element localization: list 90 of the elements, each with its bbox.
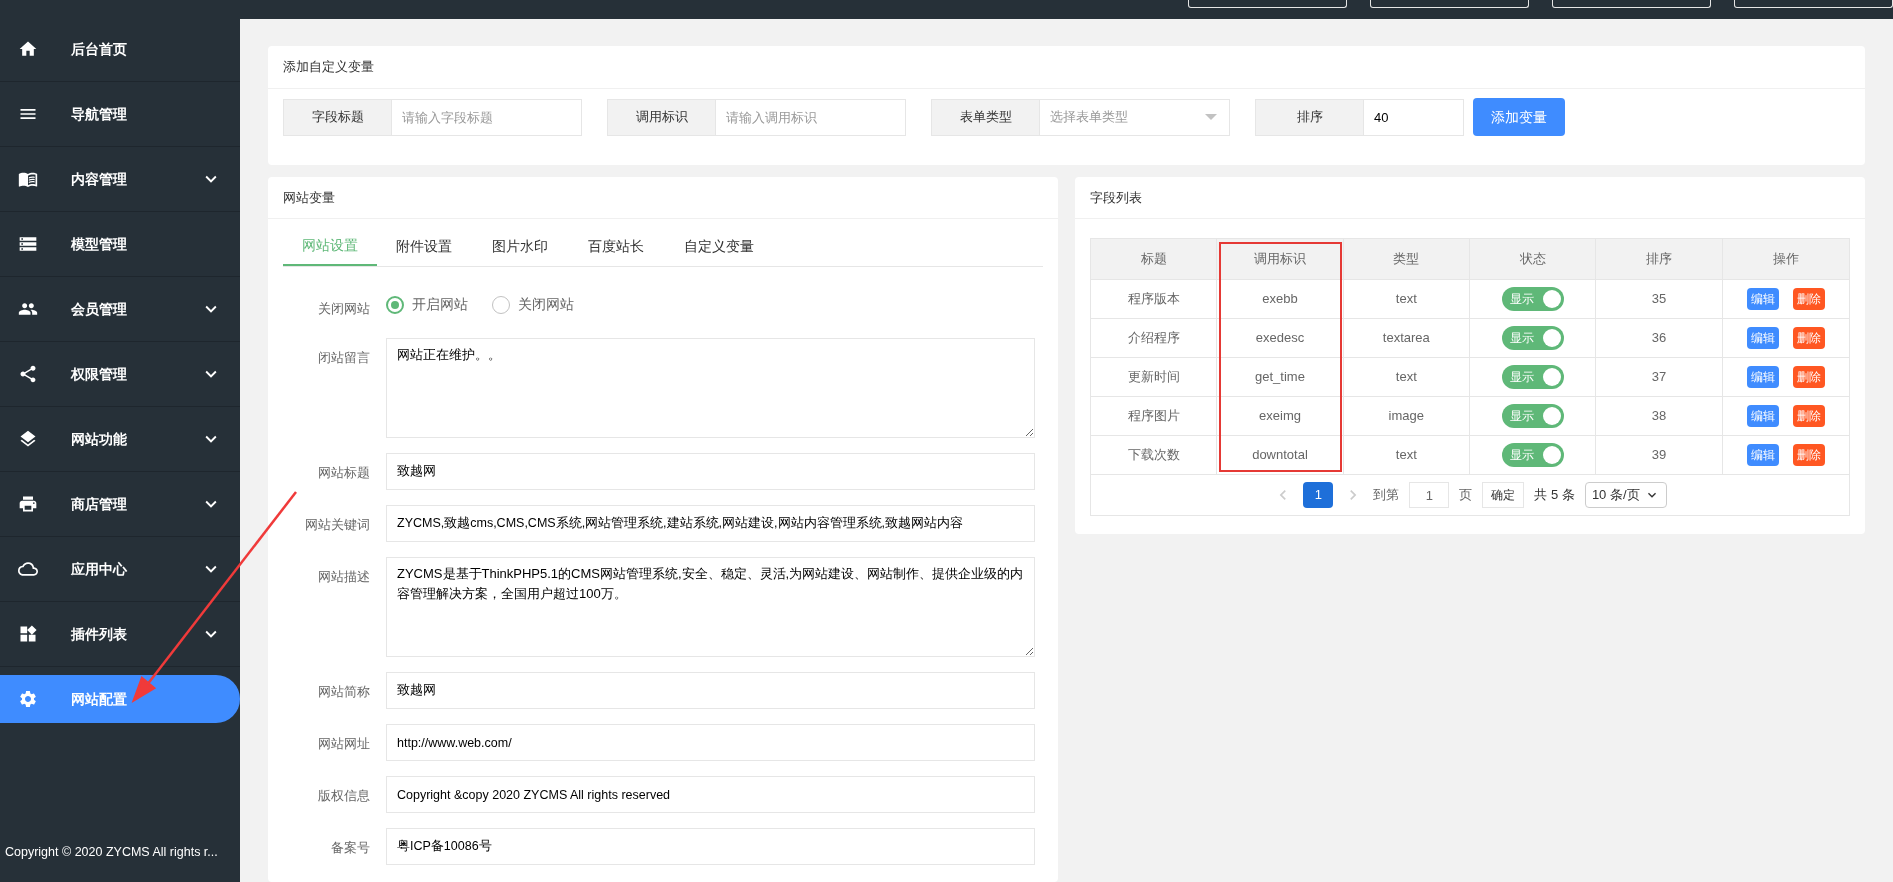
widgets-icon	[18, 624, 38, 644]
table-cell-text: exeimg	[1259, 407, 1301, 426]
text-input[interactable]: 请输入字段标题	[392, 98, 582, 136]
header-button[interactable]	[1370, 0, 1529, 8]
radio-option[interactable]: 关闭网站	[492, 294, 574, 315]
text-area[interactable]: 网站正在维护。。	[386, 338, 1035, 438]
share-icon	[18, 364, 38, 384]
table-cell-text: 36	[1651, 329, 1667, 348]
table-cell-text: 程序版本	[1127, 290, 1180, 309]
goto-label: 到第	[1373, 486, 1400, 505]
table-cell-text: 38	[1651, 407, 1667, 426]
column-header: 调用标识	[1254, 250, 1306, 269]
form-label: 网站标题	[317, 464, 371, 482]
tab[interactable]: 附件设置	[377, 226, 471, 266]
stacked-rows-icon	[18, 234, 38, 254]
sidebar-item[interactable]: 内容管理	[0, 147, 240, 212]
column-header: 标题	[1140, 250, 1167, 269]
tab[interactable]: 百度站长	[569, 226, 663, 266]
order-input[interactable]: 40	[1364, 98, 1464, 136]
sidebar-item[interactable]: 导航管理	[0, 82, 240, 147]
form-label: 关闭网站	[317, 300, 371, 318]
text-input[interactable]: ZYCMS,致越cms,CMS,CMS系统,网站管理系统,建站系统,网站建设,网站内容管理系统,致越网站内容	[386, 505, 1035, 542]
page-button[interactable]: 1	[1303, 482, 1334, 508]
table-cell-text: text	[1395, 290, 1417, 309]
form-label: 闭站留言	[317, 349, 371, 367]
column-header: 状态	[1519, 250, 1546, 269]
sidebar-item[interactable]: 会员管理	[0, 277, 240, 342]
field-label: 排序	[1255, 98, 1364, 136]
form-label: 网站关键词	[304, 516, 371, 534]
text-input[interactable]: 粤ICP备10086号	[386, 828, 1035, 865]
table-cell-text: text	[1395, 368, 1417, 387]
total-count: 共 5 条	[1534, 486, 1575, 505]
table-cell-text: text	[1395, 446, 1417, 465]
card-title: 字段列表	[1090, 188, 1142, 207]
header-button[interactable]	[1552, 0, 1711, 8]
dropdown-arrow-icon	[1205, 114, 1217, 120]
table-cell-text: 更新时间	[1127, 368, 1180, 387]
copyright-text: Copyright © 2020 ZYCMS All rights r...	[4, 844, 219, 862]
home-icon	[18, 39, 38, 59]
text-input[interactable]: 致越网	[386, 453, 1035, 490]
text-input[interactable]: 请输入调用标识	[716, 98, 906, 136]
layers-icon	[18, 429, 38, 449]
column-header: 操作	[1772, 250, 1799, 269]
text-input[interactable]: Copyright &copy 2020 ZYCMS All rights reserved	[386, 776, 1035, 813]
header-button[interactable]	[1188, 0, 1347, 8]
table-cell-text: image	[1388, 407, 1425, 426]
column-header: 排序	[1646, 250, 1672, 269]
table-cell-text: exedesc	[1255, 329, 1305, 348]
header-button[interactable]	[1734, 0, 1893, 8]
table-cell-text: exebb	[1262, 290, 1298, 309]
table-cell-text: 37	[1651, 368, 1667, 387]
form-label: 版权信息	[317, 787, 371, 805]
sidebar-item[interactable]: 商店管理	[0, 472, 240, 537]
text-input[interactable]: 致越网	[386, 672, 1035, 709]
radio-option[interactable]: 开启网站	[386, 294, 468, 315]
field-label: 调用标识	[607, 98, 716, 136]
sidebar-item[interactable]: 网站功能	[0, 407, 240, 472]
confirm-button[interactable]: 确定	[1482, 482, 1525, 508]
tab[interactable]: 自定义变量	[665, 226, 773, 266]
tab[interactable]: 图片水印	[473, 226, 567, 266]
table-cell-text: 35	[1651, 290, 1667, 309]
per-page-select[interactable]: 10 条/页	[1584, 482, 1667, 508]
field-label: 字段标题	[283, 98, 392, 136]
table-cell-text: 下载次数	[1127, 446, 1180, 465]
card-title: 网站变量	[283, 188, 335, 207]
form-label: 网站描述	[317, 568, 371, 586]
column-header: 类型	[1393, 250, 1420, 269]
text-area[interactable]: ZYCMS是基于ThinkPHP5.1的CMS网站管理系统,安全、稳定、灵活,为网站建设、网站制作、提供企业级的内容管理解决方案，全国用户超过100万。	[386, 557, 1035, 657]
form-label: 网站简称	[317, 683, 371, 701]
page-input[interactable]: 1	[1409, 482, 1450, 508]
table-cell-text: 程序图片	[1127, 407, 1180, 426]
field-label: 表单类型	[931, 98, 1040, 136]
printer-icon	[18, 494, 38, 514]
form-label: 网站网址	[317, 735, 371, 753]
sidebar-item[interactable]: 模型管理	[0, 212, 240, 277]
settings-icon	[18, 689, 38, 709]
sidebar-item[interactable]: 插件列表	[0, 602, 240, 667]
cloud-icon	[18, 559, 38, 579]
table-cell-text: textarea	[1382, 329, 1430, 348]
sidebar-item[interactable]: 权限管理	[0, 342, 240, 407]
page-label: 页	[1459, 486, 1473, 505]
sidebar-item[interactable]: 后台首页	[0, 17, 240, 82]
form-label: 备案号	[330, 839, 371, 857]
card-title: 添加自定义变量	[283, 58, 374, 77]
sidebar-item[interactable]: 应用中心	[0, 537, 240, 602]
text-input[interactable]: http://www.web.com/	[386, 724, 1035, 761]
table-cell-text: 39	[1651, 446, 1667, 465]
table-cell-text: 介绍程序	[1127, 329, 1180, 348]
table-cell-text: downtotal	[1252, 446, 1308, 465]
table-cell-text: get_time	[1255, 368, 1305, 387]
